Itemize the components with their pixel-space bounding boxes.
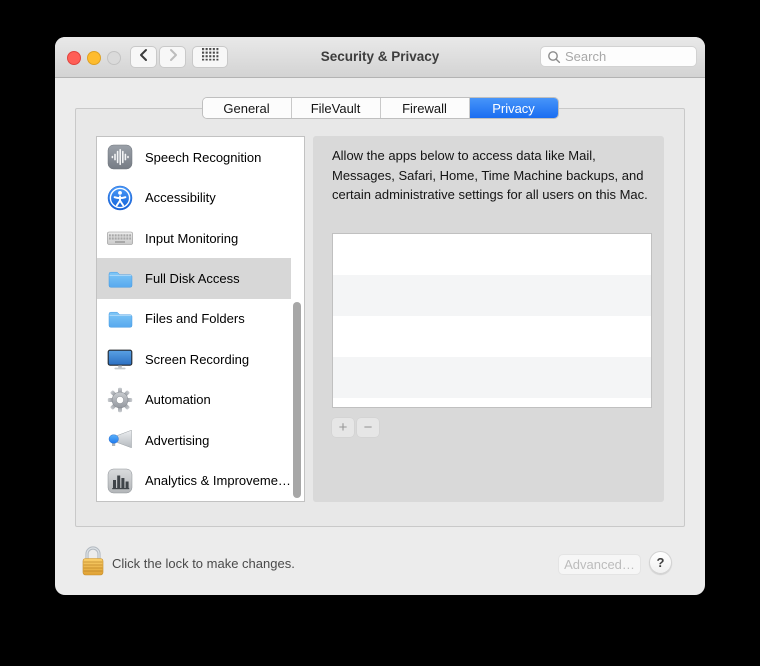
tab-firewall[interactable]: Firewall xyxy=(381,98,470,118)
add-app-button[interactable]: + xyxy=(332,418,354,437)
plus-icon: + xyxy=(339,420,348,435)
close-window-button[interactable] xyxy=(67,51,81,65)
privacy-category-list: Speech Recognition Accessibility xyxy=(96,136,305,502)
sidebar-item-label: Analytics & Improveme… xyxy=(145,473,291,488)
security-privacy-window: Security & Privacy Search General FileVa… xyxy=(55,37,705,595)
sidebar-item-label: Automation xyxy=(145,392,211,407)
sidebar-item-label: Files and Folders xyxy=(145,311,245,326)
chevron-right-icon xyxy=(167,48,179,67)
folder-icon xyxy=(104,303,136,335)
sidebar-item-advertising[interactable]: Advertising xyxy=(97,420,291,460)
sidebar-item-speech-recognition[interactable]: Speech Recognition xyxy=(97,137,291,177)
grid-icon xyxy=(202,48,219,66)
full-disk-access-pane: Allow the apps below to access data like… xyxy=(313,136,664,502)
bar-chart-icon xyxy=(104,465,136,497)
tab-filevault[interactable]: FileVault xyxy=(292,98,381,118)
search-input[interactable]: Search xyxy=(540,46,697,67)
sidebar-item-automation[interactable]: Automation xyxy=(97,380,291,420)
sidebar-item-input-monitoring[interactable]: Input Monitoring xyxy=(97,218,291,258)
accessibility-icon xyxy=(104,182,136,214)
help-button[interactable]: ? xyxy=(649,551,672,574)
lock-hint-text: Click the lock to make changes. xyxy=(112,556,295,571)
gear-icon xyxy=(104,384,136,416)
megaphone-icon xyxy=(104,424,136,456)
sidebar-item-label: Input Monitoring xyxy=(145,231,238,246)
folder-icon xyxy=(104,263,136,295)
advanced-button[interactable]: Advanced… xyxy=(558,554,641,575)
waveform-icon xyxy=(104,141,136,173)
tab-privacy[interactable]: Privacy xyxy=(470,98,558,118)
back-button[interactable] xyxy=(130,46,157,68)
sidebar-item-files-and-folders[interactable]: Files and Folders xyxy=(97,299,291,339)
minus-icon: − xyxy=(364,420,373,435)
remove-app-button[interactable]: − xyxy=(357,418,379,437)
sidebar-item-label: Speech Recognition xyxy=(145,150,261,165)
tab-bar: General FileVault Firewall Privacy xyxy=(202,97,559,119)
sidebar-scrollbar[interactable] xyxy=(293,302,301,498)
show-all-preferences-button[interactable] xyxy=(192,46,228,68)
keyboard-icon xyxy=(104,222,136,254)
sidebar-item-screen-recording[interactable]: Screen Recording xyxy=(97,339,291,379)
tab-general[interactable]: General xyxy=(203,98,292,118)
display-icon xyxy=(104,343,136,375)
forward-button[interactable] xyxy=(159,46,186,68)
sidebar-item-label: Screen Recording xyxy=(145,352,249,367)
sidebar-item-label: Accessibility xyxy=(145,190,216,205)
sidebar-item-full-disk-access[interactable]: Full Disk Access xyxy=(97,258,291,298)
search-placeholder: Search xyxy=(565,49,606,64)
zoom-window-button-disabled xyxy=(107,51,121,65)
title-bar: Security & Privacy Search xyxy=(55,37,705,78)
chevron-left-icon xyxy=(138,48,150,67)
sidebar-item-label: Full Disk Access xyxy=(145,271,240,286)
sidebar-item-analytics[interactable]: Analytics & Improveme… xyxy=(97,461,291,501)
minimize-window-button[interactable] xyxy=(87,51,101,65)
search-icon xyxy=(547,50,561,64)
sidebar-item-accessibility[interactable]: Accessibility xyxy=(97,177,291,217)
allowed-apps-list[interactable] xyxy=(332,233,652,408)
lock-icon[interactable] xyxy=(80,543,106,582)
pane-description: Allow the apps below to access data like… xyxy=(332,146,649,205)
sidebar-item-label: Advertising xyxy=(145,433,209,448)
